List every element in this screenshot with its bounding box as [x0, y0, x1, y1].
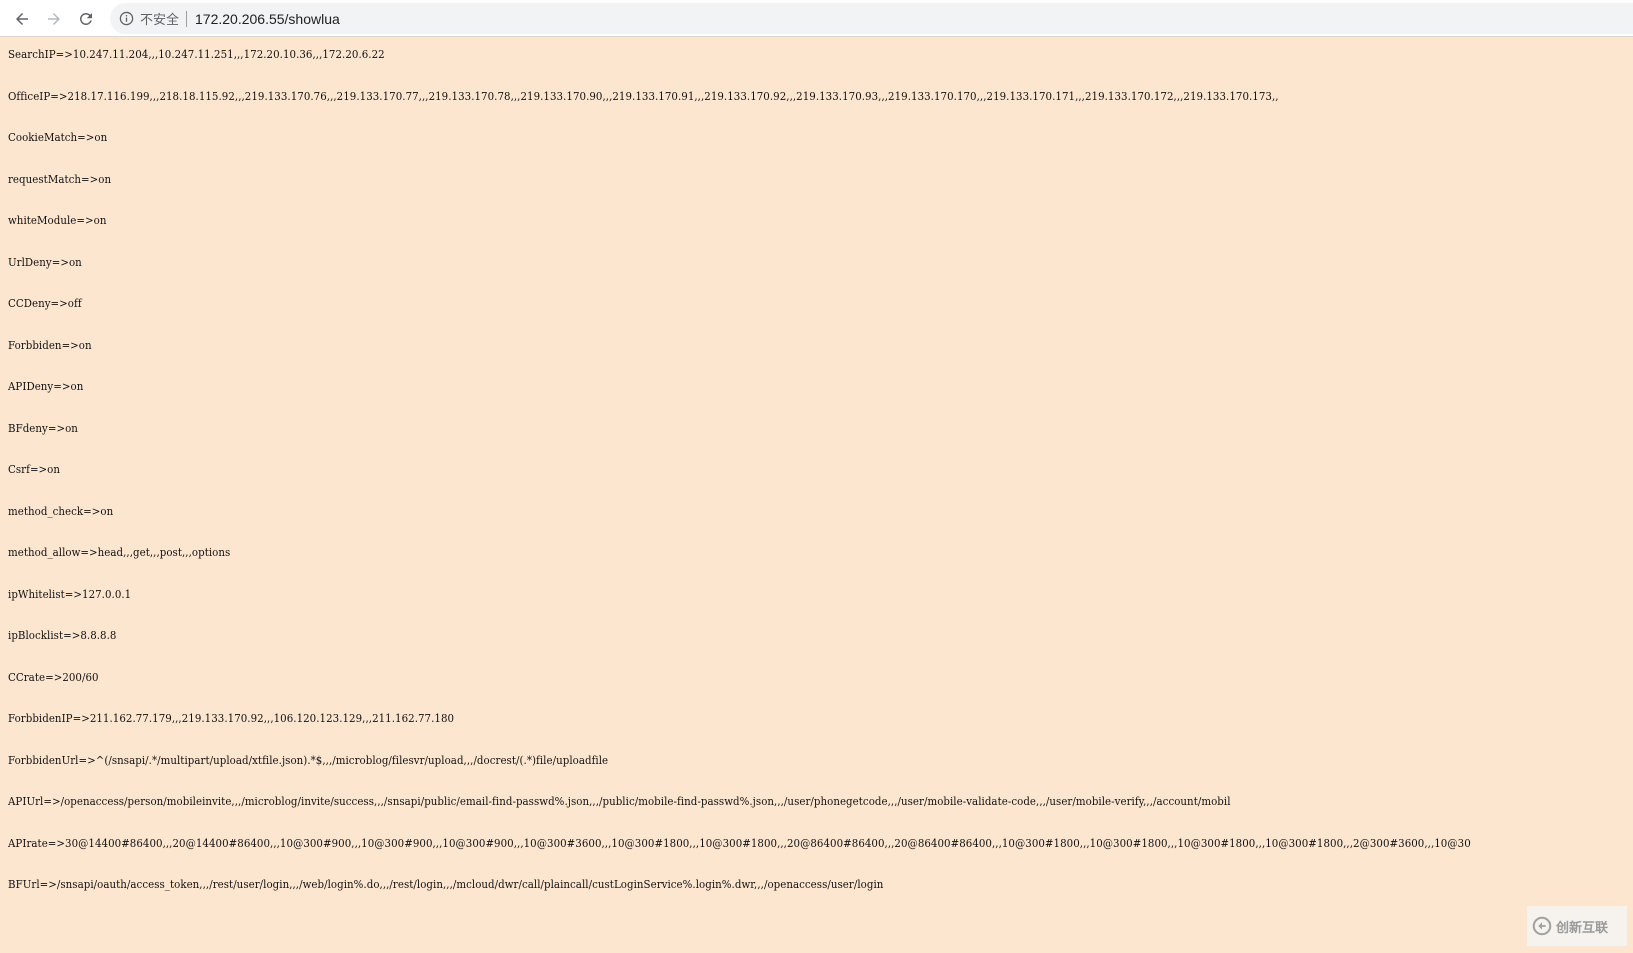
back-arrow-icon	[16, 13, 28, 25]
config-line-forbbiden: Forbbiden=>on	[8, 339, 92, 352]
config-line-bfurl: BFUrl=>/snsapi/oauth/access_token,,,/res…	[8, 878, 884, 891]
url-text[interactable]: 172.20.206.55/showlua	[195, 11, 340, 27]
config-line-method-check: method_check=>on	[8, 505, 114, 518]
reload-button[interactable]	[74, 7, 98, 31]
watermark-logo-icon	[1532, 916, 1552, 936]
back-button[interactable]	[10, 7, 34, 31]
browser-toolbar: 不安全 172.20.206.55/showlua	[0, 0, 1633, 37]
config-line-ccrate: CCrate=>200/60	[8, 671, 99, 684]
config-line-whitemodule: whiteModule=>on	[8, 214, 107, 227]
config-line-ccdeny: CCDeny=>off	[8, 297, 82, 310]
config-line-cookiematch: CookieMatch=>on	[8, 131, 108, 144]
config-line-apiurl: APIUrl=>/openaccess/person/mobileinvite,…	[8, 795, 1231, 808]
address-bar[interactable]: 不安全 172.20.206.55/showlua	[110, 3, 1633, 34]
page-content: SearchIP=>10.247.11.204,,,10.247.11.251,…	[8, 37, 1633, 953]
config-line-forbbidenip: ForbbidenIP=>211.162.77.179,,,219.133.17…	[8, 712, 455, 725]
forward-arrow-icon	[48, 13, 60, 25]
config-line-ipblocklist: ipBlocklist=>8.8.8.8	[8, 629, 117, 642]
config-line-searchip: SearchIP=>10.247.11.204,,,10.247.11.251,…	[8, 48, 385, 61]
security-label[interactable]: 不安全	[140, 9, 179, 28]
config-line-ipwhitelist: ipWhitelist=>127.0.0.1	[8, 588, 132, 601]
config-line-apirate: APIrate=>30@14400#86400,,,20@14400#86400…	[8, 837, 1471, 850]
watermark-text: 创新互联	[1556, 920, 1609, 936]
info-icon[interactable]	[118, 11, 134, 27]
watermark: 创新互联	[1527, 906, 1627, 946]
forward-button[interactable]	[42, 7, 66, 31]
config-line-requestmatch: requestMatch=>on	[8, 173, 112, 186]
config-line-urldeny: UrlDeny=>on	[8, 256, 82, 269]
config-line-csrf: Csrf=>on	[8, 463, 61, 476]
config-line-bfdeny: BFdeny=>on	[8, 422, 78, 435]
config-line-forbbidenurl: ForbbidenUrl=>^(/snsapi/.*/multipart/upl…	[8, 754, 609, 767]
omnibox-separator	[186, 10, 188, 27]
config-line-apideny: APIDeny=>on	[8, 380, 84, 393]
config-line-method-allow: method_allow=>head,,,get,,,post,,,option…	[8, 546, 231, 559]
reload-icon	[79, 12, 92, 25]
config-line-officeip: OfficeIP=>218.17.116.199,,,218.18.115.92…	[8, 90, 1279, 103]
